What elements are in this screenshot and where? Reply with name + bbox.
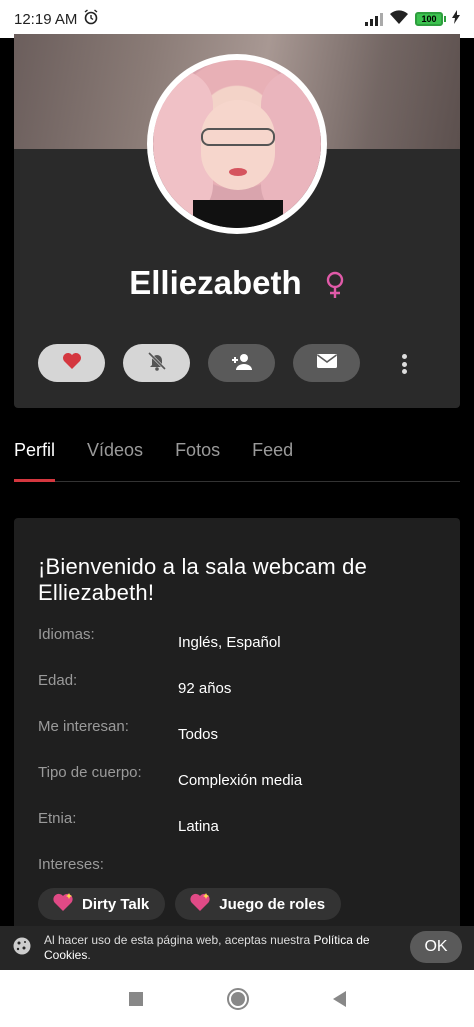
info-label: Tipo de cuerpo:	[38, 764, 142, 781]
cookie-message: Al hacer uso de esta página web, aceptas…	[44, 933, 314, 947]
profile-info-card: ¡Bienvenido a la sala webcam de Elliezab…	[14, 518, 460, 948]
info-label: Intereses:	[38, 856, 104, 873]
cookie-period: .	[87, 948, 91, 962]
wifi-icon	[389, 9, 409, 29]
follow-button[interactable]	[208, 344, 275, 382]
tab-fotos[interactable]: Fotos	[175, 440, 220, 481]
battery-level: 100	[415, 12, 443, 26]
signal-icon	[365, 12, 383, 26]
profile-tabs: Perfil Vídeos Fotos Feed	[14, 440, 460, 482]
favorite-button[interactable]	[38, 344, 105, 382]
system-nav-bar	[0, 970, 474, 1027]
message-button[interactable]	[293, 344, 360, 382]
cookie-banner: Al hacer uso de esta página web, aceptas…	[0, 926, 474, 970]
info-value: Complexión media	[178, 772, 303, 789]
home-icon[interactable]	[226, 987, 249, 1010]
charging-icon	[452, 10, 460, 28]
back-icon[interactable]	[332, 990, 346, 1007]
avatar[interactable]	[147, 54, 327, 234]
profile-name: Elliezabeth	[129, 264, 302, 302]
interest-tag[interactable]: Dirty Talk	[38, 888, 166, 920]
info-value: Latina	[178, 818, 219, 835]
battery-icon: 100	[415, 12, 446, 26]
alarm-icon	[83, 9, 99, 29]
mail-icon	[316, 353, 338, 374]
bell-off-icon	[147, 351, 167, 376]
info-value: Inglés, Español	[178, 634, 281, 651]
info-value: Todos	[178, 726, 219, 743]
info-value: 92 años	[178, 680, 232, 697]
add-user-icon	[231, 352, 253, 375]
interest-tag-label: Dirty Talk	[82, 895, 150, 913]
profile-card: Elliezabeth	[14, 34, 460, 408]
more-vertical-icon[interactable]	[396, 352, 412, 376]
heart-icon	[62, 352, 82, 375]
notifications-button[interactable]	[123, 344, 190, 382]
welcome-heading: ¡Bienvenido a la sala webcam de Elliezab…	[38, 554, 368, 605]
profile-name-row: Elliezabeth	[14, 262, 460, 302]
status-time: 12:19 AM	[14, 10, 78, 28]
tab-perfil[interactable]: Perfil	[14, 440, 56, 482]
sparkle-heart-icon	[52, 892, 74, 916]
info-label: Me interesan:	[38, 718, 129, 735]
cookie-text: Al hacer uso de esta página web, aceptas…	[44, 933, 394, 963]
cookie-icon	[12, 936, 32, 961]
info-label: Etnia:	[38, 810, 77, 827]
interest-tag[interactable]: Juego de roles	[175, 888, 342, 920]
status-bar: 12:19 AM 100	[0, 0, 474, 38]
interest-tags: Dirty Talk Juego de roles	[38, 888, 342, 920]
action-buttons	[38, 344, 360, 382]
sparkle-heart-icon	[189, 892, 211, 916]
info-label: Idiomas:	[38, 626, 95, 643]
info-label: Edad:	[38, 672, 78, 689]
recents-icon[interactable]	[128, 991, 143, 1006]
female-icon	[325, 269, 345, 299]
tab-feed[interactable]: Feed	[252, 440, 293, 481]
cookie-ok-button[interactable]: OK	[410, 931, 462, 963]
tab-videos[interactable]: Vídeos	[87, 440, 143, 481]
interest-tag-label: Juego de roles	[219, 895, 326, 913]
